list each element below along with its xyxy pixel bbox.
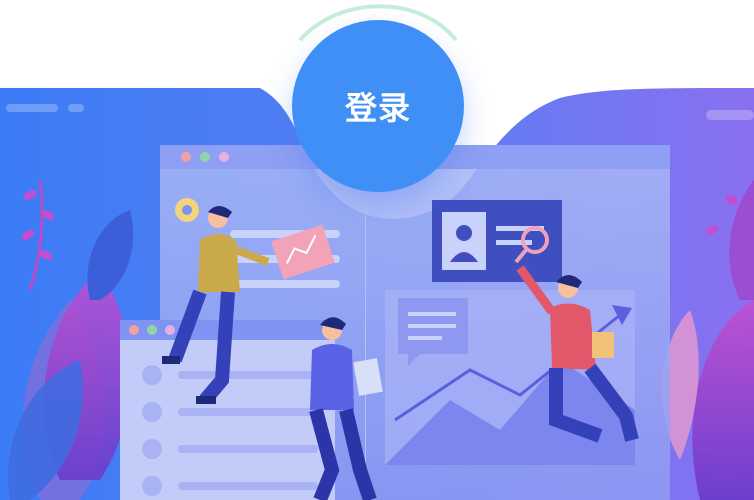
login-button[interactable]: 登录 — [292, 20, 464, 192]
top-bar-left — [6, 104, 58, 112]
login-splash: 登录 — [0, 0, 754, 500]
top-bar-left-2 — [68, 104, 84, 112]
top-bar-right — [706, 110, 754, 120]
login-label: 登录 — [344, 89, 411, 127]
settings-icon — [175, 198, 199, 222]
id-card-icon — [432, 200, 562, 282]
